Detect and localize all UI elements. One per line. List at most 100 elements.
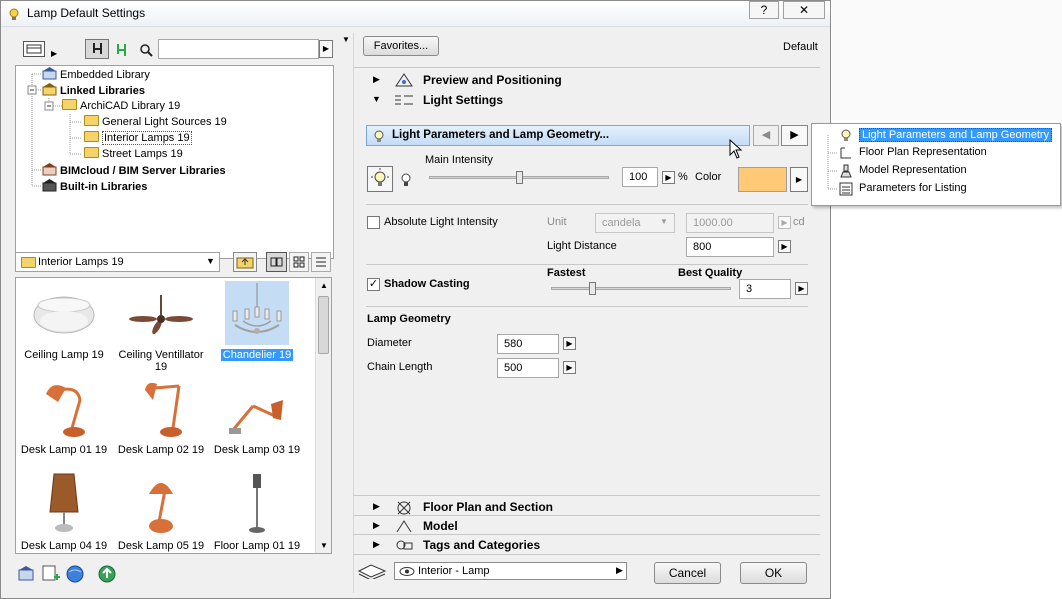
absolute-intensity-arrow[interactable]: ▶	[778, 216, 791, 229]
small-icons-view-button[interactable]	[289, 252, 309, 272]
slider-thumb[interactable]	[516, 171, 523, 184]
section-model[interactable]: ▶ Model	[353, 517, 820, 535]
shadow-quality-slider[interactable]	[551, 282, 731, 296]
object-chandelier[interactable]: Chandelier 19	[212, 281, 302, 361]
absolute-intensity-checkbox[interactable]	[367, 216, 380, 229]
light-distance-input[interactable]: 800	[686, 237, 774, 257]
list-view-button[interactable]	[311, 252, 331, 272]
folder-up-button[interactable]	[233, 252, 257, 272]
tree-item-embedded-library[interactable]: Embedded Library	[42, 67, 150, 83]
diameter-input[interactable]: 580	[497, 334, 559, 354]
bimcomponents-upload-button[interactable]	[97, 564, 117, 584]
cancel-button[interactable]: Cancel	[654, 562, 721, 584]
built-in-library-icon	[42, 179, 57, 192]
selected-object-label: Chandelier 19	[220, 349, 294, 361]
layer-icon	[357, 563, 387, 582]
tree-item-street-lamps[interactable]: Street Lamps 19	[84, 147, 183, 163]
tree-item-archicad-library[interactable]: ArchiCAD Library 19	[62, 99, 180, 115]
object-desk-lamp-01[interactable]: Desk Lamp 01 19	[19, 376, 109, 456]
previous-page-button[interactable]: ◀	[753, 125, 779, 146]
tree-item-interior-lamps[interactable]: Interior Lamps 19	[84, 131, 192, 147]
absolute-intensity-label: Absolute Light Intensity	[384, 216, 498, 228]
tree-item-bimcloud-libraries[interactable]: BIMcloud / BIM Server Libraries	[42, 163, 226, 179]
light-color-swatch[interactable]	[738, 167, 787, 192]
separator	[353, 534, 820, 535]
light-distance-arrow[interactable]: ▶	[778, 240, 791, 253]
scroll-thumb[interactable]	[318, 296, 329, 354]
slider-thumb[interactable]	[589, 282, 596, 295]
light-bulb-icon	[371, 128, 387, 147]
fastest-label: Fastest	[547, 267, 586, 279]
object-browser-scrollbar[interactable]: ▲ ▼	[315, 278, 331, 553]
ok-button[interactable]: OK	[740, 562, 807, 584]
chain-length-arrow[interactable]: ▶	[563, 361, 576, 374]
section-floor-plan[interactable]: ▶ Floor Plan and Section	[353, 498, 820, 516]
object-ceiling-ventillator[interactable]: Ceiling Ventillator 19	[116, 281, 206, 373]
folder-icon	[62, 99, 77, 110]
main-intensity-label: Main Intensity	[425, 154, 493, 166]
expand-arrow-icon[interactable]: ▶	[51, 49, 57, 58]
search-arrow-button[interactable]: ▶	[319, 40, 333, 58]
object-floor-lamp-01[interactable]: Floor Lamp 01 19	[212, 472, 302, 552]
color-label: Color	[695, 171, 722, 183]
chain-length-label: Chain Length	[367, 361, 433, 373]
close-button[interactable]: ✕	[783, 1, 825, 19]
object-desk-lamp-02[interactable]: Desk Lamp 02 19	[116, 376, 206, 456]
next-page-button[interactable]: ▶	[781, 125, 808, 146]
tree-item-linked-libraries[interactable]: Linked Libraries	[42, 83, 145, 99]
view-mode-button[interactable]	[23, 41, 45, 57]
large-icons-view-button[interactable]	[266, 252, 287, 272]
shadow-casting-checkbox[interactable]: ✓	[367, 278, 380, 291]
scroll-down-icon[interactable]: ▼	[320, 541, 328, 550]
help-button[interactable]: ?	[749, 1, 779, 19]
layer-dropdown[interactable]: Interior - Lamp ▶	[394, 562, 627, 580]
section-preview-positioning[interactable]: ▶ Preview and Positioning	[353, 71, 820, 89]
object-desk-lamp-05[interactable]: Desk Lamp 05 19	[116, 472, 206, 552]
scroll-up-icon[interactable]: ▲	[320, 281, 328, 290]
diameter-label: Diameter	[367, 337, 412, 349]
shadow-quality-arrow[interactable]: ▶	[795, 282, 808, 295]
library-chair-button[interactable]	[85, 39, 109, 59]
favorites-button[interactable]: Favorites...	[363, 36, 439, 56]
desk-lamp-01-thumbnail	[32, 376, 96, 440]
search-input[interactable]	[158, 39, 319, 59]
shadow-quality-input[interactable]: 3	[739, 279, 791, 299]
add-object-button[interactable]	[41, 564, 61, 584]
folder-dropdown[interactable]: Interior Lamps 19 ▼	[15, 252, 220, 272]
panel-collapse-icon[interactable]: ▼	[342, 35, 350, 44]
chain-length-input[interactable]: 500	[497, 358, 559, 378]
unit-dropdown[interactable]: candela ▼	[595, 213, 675, 233]
light-page-dropdown[interactable]: Light Parameters and Lamp Geometry...	[366, 125, 750, 146]
diameter-arrow[interactable]: ▶	[563, 337, 576, 350]
right-arrow-icon: ▶	[790, 129, 799, 141]
separator	[353, 515, 820, 516]
floor-lamp-01-thumbnail	[225, 472, 289, 536]
expand-arrow-icon: ▶	[373, 520, 380, 530]
percent-unit: %	[678, 171, 688, 183]
search-icon[interactable]	[139, 43, 153, 60]
section-tags-categories[interactable]: ▶ Tags and Categories	[353, 536, 820, 554]
light-icon-button[interactable]	[367, 166, 393, 192]
tree-item-built-in-libraries[interactable]: Built-in Libraries	[42, 179, 147, 195]
separator	[366, 264, 808, 265]
color-picker-arrow[interactable]: ▶	[790, 167, 808, 192]
desk-lamp-03-thumbnail	[225, 376, 289, 440]
chevron-down-icon: ▼	[206, 256, 215, 266]
absolute-intensity-input[interactable]: 1000.00	[686, 213, 774, 233]
shadow-casting-label: Shadow Casting	[384, 278, 470, 290]
ceiling-fan-thumbnail	[129, 281, 193, 345]
library-icon	[42, 67, 57, 80]
main-intensity-slider[interactable]	[429, 171, 609, 185]
globe-icon[interactable]	[65, 564, 85, 584]
main-intensity-arrow[interactable]: ▶	[662, 171, 675, 184]
main-intensity-input[interactable]: 100	[622, 167, 658, 187]
folder-icon	[21, 257, 36, 268]
object-desk-lamp-03[interactable]: Desk Lamp 03 19	[212, 376, 302, 456]
load-library-button[interactable]	[17, 564, 37, 584]
tree-item-general-light-sources[interactable]: General Light Sources 19	[84, 115, 227, 131]
object-ceiling-lamp[interactable]: Ceiling Lamp 19	[19, 281, 109, 361]
section-light-settings[interactable]: ▼ Light Settings	[353, 90, 820, 110]
object-desk-lamp-04[interactable]: Desk Lamp 04 19	[19, 472, 109, 552]
green-chair-icon[interactable]	[115, 42, 129, 61]
preview-positioning-icon	[393, 72, 415, 91]
